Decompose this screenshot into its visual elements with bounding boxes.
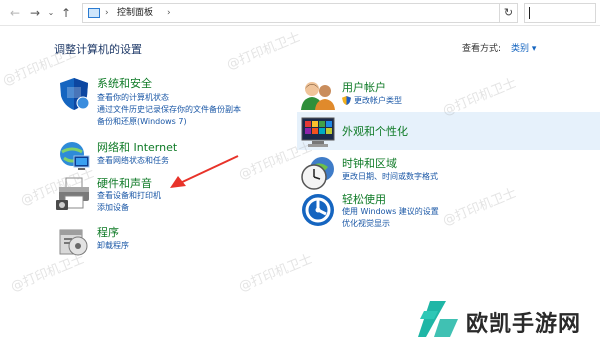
forward-arrow-icon[interactable]: → bbox=[28, 4, 42, 22]
link-file-history[interactable]: 通过文件历史记录保存你的文件备份副本 bbox=[97, 104, 241, 115]
category-programs[interactable]: 程序 bbox=[97, 224, 119, 240]
clock-icon[interactable] bbox=[300, 155, 336, 191]
printer-icon[interactable] bbox=[56, 176, 92, 212]
watermark: @打印机卫士 bbox=[224, 29, 303, 73]
category-appearance[interactable]: 外观和个性化 bbox=[342, 123, 408, 139]
link-backup-restore[interactable]: 备份和还原(Windows 7) bbox=[97, 116, 187, 127]
address-bar: ← → ⌄ ↑ › 控制面板 › ⌄ ↻ bbox=[0, 0, 600, 26]
accessibility-icon[interactable] bbox=[300, 192, 336, 228]
view-by-dropdown[interactable]: 类别 ▾ bbox=[511, 41, 536, 54]
text-caret bbox=[529, 7, 530, 19]
up-arrow-icon[interactable]: ↑ bbox=[60, 4, 72, 22]
breadcrumb-separator-icon[interactable]: › bbox=[167, 6, 171, 20]
link-uninstall-program[interactable]: 卸载程序 bbox=[97, 240, 129, 251]
breadcrumb-separator-icon[interactable]: › bbox=[105, 6, 109, 20]
programs-icon[interactable] bbox=[56, 222, 92, 258]
uac-shield-icon bbox=[342, 96, 351, 105]
refresh-icon[interactable]: ↻ bbox=[500, 3, 518, 23]
control-panel-icon bbox=[88, 8, 100, 18]
link-windows-recommended-settings[interactable]: 使用 Windows 建议的设置 bbox=[342, 206, 439, 217]
category-hardware-sound[interactable]: 硬件和声音 bbox=[97, 175, 152, 191]
watermark: @打印机卫士 bbox=[236, 251, 315, 295]
breadcrumb-control-panel[interactable]: 控制面板 bbox=[117, 7, 153, 19]
view-by-label: 查看方式: bbox=[462, 44, 502, 54]
link-view-computer-status[interactable]: 查看你的计算机状态 bbox=[97, 92, 169, 103]
category-ease-of-access[interactable]: 轻松使用 bbox=[342, 191, 386, 207]
link-devices-printers[interactable]: 查看设备和打印机 bbox=[97, 190, 161, 201]
category-user-accounts[interactable]: 用户帐户 bbox=[342, 79, 386, 95]
link-change-account-type[interactable]: 更改帐户类型 bbox=[354, 95, 402, 106]
site-logo-icon bbox=[418, 301, 458, 337]
watermark: @打印机卫士 bbox=[440, 185, 519, 229]
annotation-arrow-icon bbox=[170, 155, 239, 188]
search-input[interactable] bbox=[524, 3, 596, 23]
category-clock-region[interactable]: 时钟和区域 bbox=[342, 155, 397, 171]
page-title: 调整计算机的设置 bbox=[54, 43, 142, 56]
link-network-status[interactable]: 查看网络状态和任务 bbox=[97, 155, 169, 166]
link-optimize-visual-display[interactable]: 优化视觉显示 bbox=[342, 218, 390, 229]
shield-icon[interactable] bbox=[56, 76, 92, 112]
category-system-security[interactable]: 系统和安全 bbox=[97, 75, 152, 91]
link-add-device[interactable]: 添加设备 bbox=[97, 202, 129, 213]
back-arrow-icon[interactable]: ← bbox=[8, 4, 22, 22]
appearance-icon[interactable] bbox=[300, 114, 336, 150]
users-icon[interactable] bbox=[300, 78, 336, 114]
address-input[interactable]: › 控制面板 › ⌄ bbox=[82, 3, 575, 23]
site-logo-text: 欧凯手游网 bbox=[466, 312, 582, 337]
link-change-date-time[interactable]: 更改日期、时间或数字格式 bbox=[342, 171, 438, 182]
network-icon[interactable] bbox=[56, 138, 92, 174]
chevron-down-icon[interactable]: ⌄ bbox=[46, 4, 56, 22]
